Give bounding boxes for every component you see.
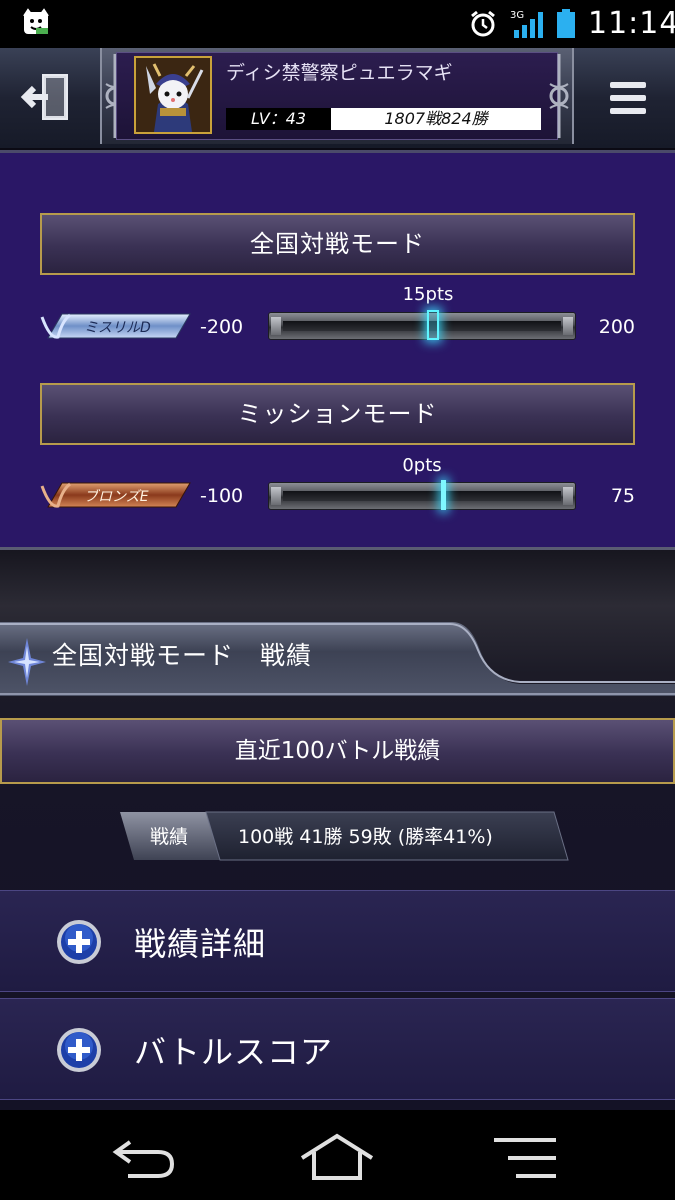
slider-end-cap	[271, 487, 281, 505]
rank-badge-text: ブロンズE	[84, 489, 149, 505]
back-button[interactable]	[100, 1132, 190, 1182]
profile-card[interactable]: ディシ禁警察ピュエラマギ LV：43 1807戦824勝	[100, 48, 574, 144]
player-level: LV：43	[226, 108, 331, 130]
rank-badge-text: ミスリルD	[84, 320, 151, 336]
sparkle-crystal-icon	[8, 638, 46, 686]
mission-rank-slider	[268, 480, 576, 510]
clock: 11:14	[588, 6, 675, 41]
player-total-record: 1807戦824勝	[331, 108, 541, 130]
stats-label: 戦績	[150, 826, 189, 848]
national-battle-mode-header[interactable]: 全国対戦モード	[40, 213, 635, 275]
rank-badge-bronze-icon: ブロンズE	[40, 482, 191, 508]
battle-score-accordion[interactable]: バトルスコア	[0, 998, 675, 1100]
national-rank-slider	[268, 310, 576, 340]
slider-groove	[283, 491, 561, 501]
mission-range-max: 75	[610, 485, 635, 507]
slider-groove	[283, 321, 561, 331]
frame-ornament-right-icon	[549, 54, 569, 138]
exit-button[interactable]	[18, 68, 78, 128]
recent-apps-button[interactable]	[480, 1132, 570, 1182]
section-title: 全国対戦モード 戦績	[52, 641, 313, 670]
mission-slider-marker	[441, 480, 446, 510]
player-avatar	[134, 56, 212, 134]
battle-score-label: バトルスコア	[134, 1033, 333, 1071]
rank-badge-mithril-icon: ミスリルD	[40, 313, 191, 339]
app-notification-icon	[23, 8, 49, 34]
mission-mode-header[interactable]: ミッションモード	[40, 383, 635, 445]
home-button[interactable]	[292, 1132, 382, 1182]
network-type: 3G	[510, 10, 524, 21]
slider-end-cap	[271, 317, 281, 335]
battery-icon	[557, 9, 575, 38]
alarm-icon	[471, 10, 495, 37]
hamburger-menu-button[interactable]	[600, 70, 656, 126]
slider-end-cap	[563, 317, 573, 335]
status-bar: 3G 11:14	[0, 0, 675, 48]
national-range-max: 200	[598, 316, 635, 338]
signal-3g-icon: 3G	[510, 10, 543, 38]
plus-circle-icon	[57, 1028, 101, 1072]
moogle-knight-icon	[136, 58, 210, 132]
stats-value: 100戦 41勝 59敗 (勝率41%)	[238, 826, 493, 848]
national-range-min: -200	[200, 316, 244, 338]
mission-points: 0pts	[402, 455, 442, 476]
system-nav-bar	[0, 1110, 675, 1200]
battle-details-label: 戦績詳細	[134, 925, 267, 963]
national-points: 15pts	[402, 284, 454, 305]
recent-battles-header: 直近100バトル戦績	[0, 718, 675, 784]
national-slider-marker	[427, 310, 439, 340]
plus-circle-icon	[57, 920, 101, 964]
app-header: ディシ禁警察ピュエラマギ LV：43 1807戦824勝	[0, 48, 675, 148]
player-name: ディシ禁警察ピュエラマギ	[226, 62, 453, 84]
slider-end-cap	[563, 487, 573, 505]
battle-details-accordion[interactable]: 戦績詳細	[0, 890, 675, 992]
mission-range-min: -100	[200, 485, 244, 507]
